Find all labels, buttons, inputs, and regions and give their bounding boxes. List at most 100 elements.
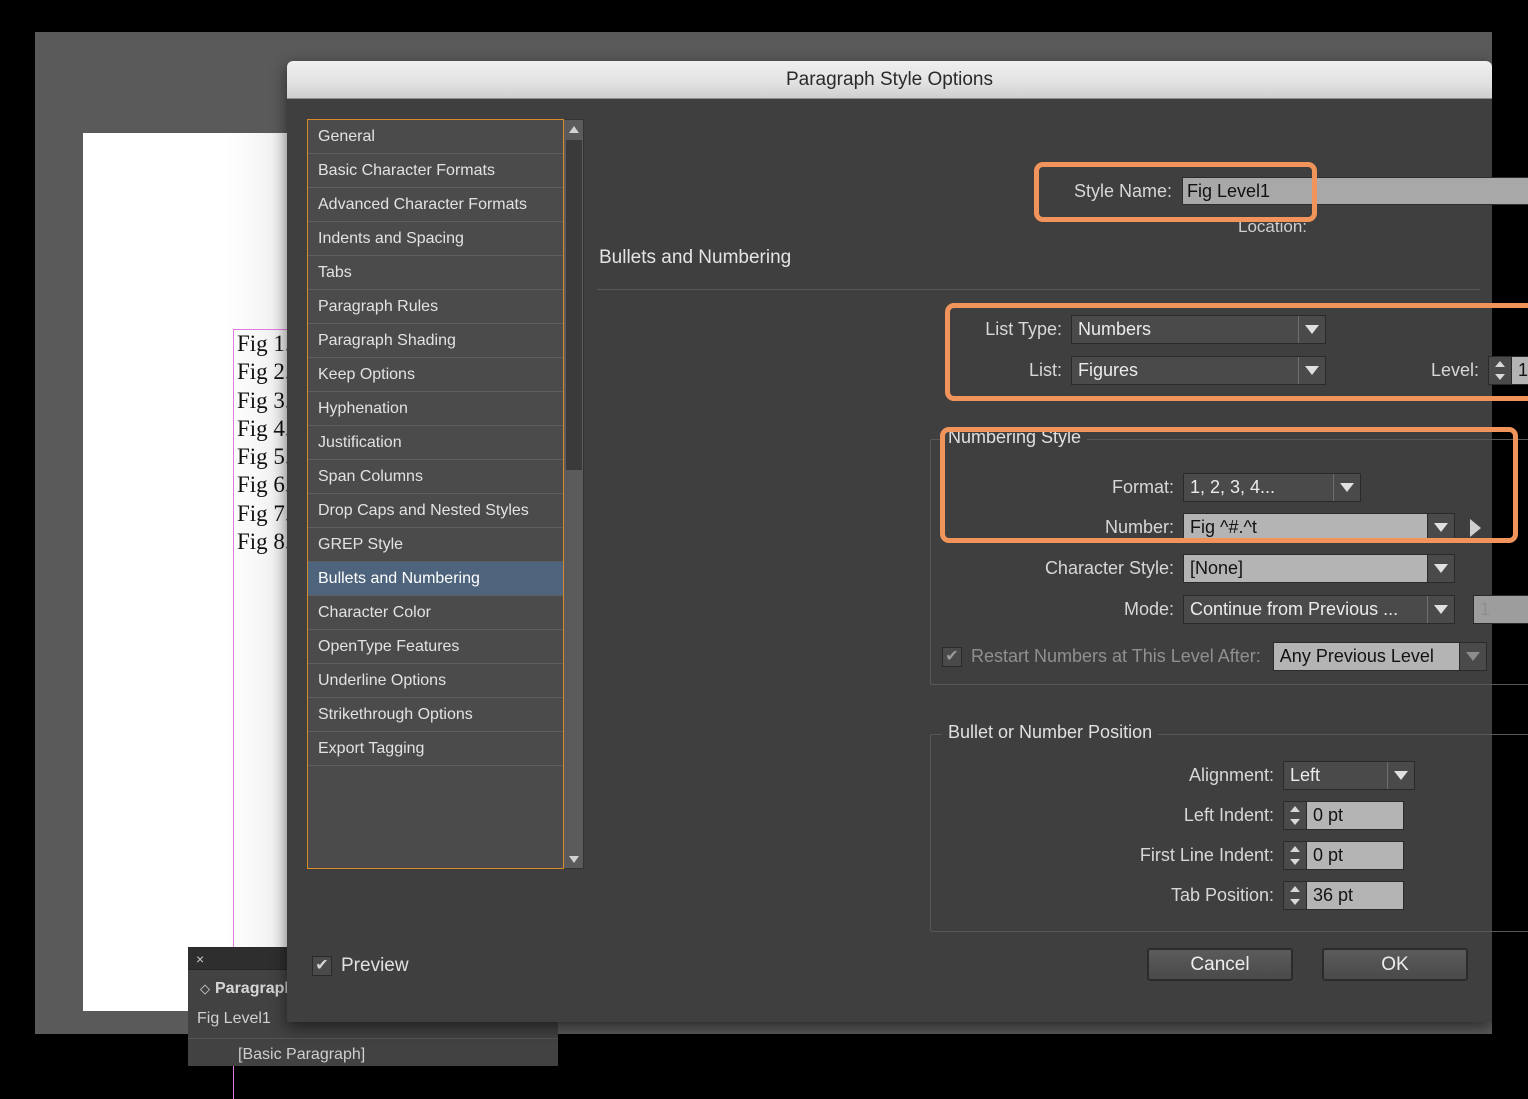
sidebar-item-character-color[interactable]: Character Color bbox=[308, 596, 563, 630]
list-type-group: List Type: Numbers List: Figures Level: … bbox=[957, 315, 1528, 385]
sidebar-item-export-tagging[interactable]: Export Tagging bbox=[308, 732, 563, 766]
sidebar-item-basic-character-formats[interactable]: Basic Character Formats bbox=[308, 154, 563, 188]
chevron-down-icon[interactable] bbox=[1298, 357, 1325, 384]
first-line-indent-input[interactable]: 0 pt bbox=[1306, 841, 1404, 870]
left-indent-input[interactable]: 0 pt bbox=[1306, 801, 1404, 830]
sidebar-item-opentype-features[interactable]: OpenType Features bbox=[308, 630, 563, 664]
bullet-number-position-group: Bullet or Number Position Alignment: Lef… bbox=[930, 722, 1528, 932]
list-type-select[interactable]: Numbers bbox=[1071, 315, 1326, 344]
list-item[interactable]: [Basic Paragraph] bbox=[188, 1038, 558, 1064]
tab-position-stepper[interactable] bbox=[1283, 881, 1306, 910]
sidebar-item-bullets-and-numbering[interactable]: Bullets and Numbering bbox=[308, 562, 563, 596]
level-stepper[interactable] bbox=[1488, 356, 1512, 385]
sidebar-item-indents-and-spacing[interactable]: Indents and Spacing bbox=[308, 222, 563, 256]
position-legend: Bullet or Number Position bbox=[942, 722, 1159, 743]
scroll-up-icon[interactable] bbox=[564, 120, 583, 138]
list-row: List: Figures Level: 1 bbox=[957, 356, 1528, 385]
left-indent-row: Left Indent: 0 pt bbox=[984, 801, 1404, 830]
alignment-select[interactable]: Left bbox=[1283, 761, 1415, 790]
restart-numbers-checkbox[interactable]: ✔ bbox=[942, 646, 962, 667]
sidebar-item-span-columns[interactable]: Span Columns bbox=[308, 460, 563, 494]
insert-special-character-icon[interactable] bbox=[1470, 518, 1481, 537]
format-value: 1, 2, 3, 4... bbox=[1190, 477, 1276, 497]
chevron-down-icon[interactable] bbox=[1458, 643, 1486, 670]
ok-button[interactable]: OK bbox=[1322, 948, 1468, 981]
preview-checkbox[interactable]: ✔ bbox=[312, 956, 332, 976]
preview-label: Preview bbox=[341, 955, 409, 976]
sidebar-item-tabs[interactable]: Tabs bbox=[308, 256, 563, 290]
restart-numbers-label: Restart Numbers at This Level After: bbox=[971, 646, 1261, 666]
sidebar-item-underline-options[interactable]: Underline Options bbox=[308, 664, 563, 698]
sidebar-item-keep-options[interactable]: Keep Options bbox=[308, 358, 563, 392]
divider bbox=[597, 289, 1480, 290]
dialog-title-bar[interactable]: Paragraph Style Options bbox=[287, 61, 1492, 99]
list-select[interactable]: Figures bbox=[1071, 356, 1326, 385]
diamond-icon: ◇ bbox=[200, 981, 210, 996]
scrollbar-thumb[interactable] bbox=[566, 140, 582, 470]
chevron-down-icon[interactable] bbox=[1387, 762, 1414, 789]
character-style-value: [None] bbox=[1190, 558, 1244, 578]
chevron-down-icon[interactable] bbox=[1298, 316, 1325, 343]
number-value: Fig ^#.^t bbox=[1190, 517, 1257, 537]
first-line-indent-row: First Line Indent: 0 pt bbox=[984, 841, 1404, 870]
list-type-row: List Type: Numbers bbox=[957, 315, 1528, 344]
style-name-input[interactable]: Fig Level1 bbox=[1182, 177, 1528, 205]
mode-select[interactable]: Continue from Previous ... bbox=[1183, 595, 1455, 624]
cancel-button[interactable]: Cancel bbox=[1147, 948, 1293, 981]
document-page[interactable]: Fig 1. Fig 2. Fig 3. Fig 4. Fig 5. Fig 6… bbox=[83, 133, 383, 1099]
number-row: Number: Fig ^#.^t bbox=[984, 513, 1481, 542]
level-input[interactable]: 1 bbox=[1511, 356, 1528, 385]
list-label: List: bbox=[1028, 360, 1062, 380]
format-select[interactable]: 1, 2, 3, 4... bbox=[1183, 473, 1361, 502]
chevron-down-icon[interactable] bbox=[1333, 474, 1360, 501]
first-line-indent-stepper[interactable] bbox=[1283, 841, 1306, 870]
tab-position-input[interactable]: 36 pt bbox=[1306, 881, 1404, 910]
paragraph-style-options-dialog: Paragraph Style Options General Basic Ch… bbox=[287, 61, 1528, 1022]
sidebar-item-justification[interactable]: Justification bbox=[308, 426, 563, 460]
style-name-row: Style Name: Fig Level1 bbox=[1047, 177, 1528, 205]
list-type-value: Numbers bbox=[1078, 319, 1152, 339]
restart-numbers-row: ✔ Restart Numbers at This Level After: A… bbox=[942, 642, 1487, 671]
sidebar-item-drop-caps-and-nested-styles[interactable]: Drop Caps and Nested Styles bbox=[308, 494, 563, 528]
first-line-indent-label: First Line Indent: bbox=[1139, 845, 1274, 865]
chevron-down-icon[interactable] bbox=[1427, 514, 1454, 541]
restart-after-select[interactable]: Any Previous Level bbox=[1272, 642, 1487, 671]
sidebar-item-paragraph-shading[interactable]: Paragraph Shading bbox=[308, 324, 563, 358]
list-value: Figures bbox=[1078, 360, 1139, 380]
left-indent-label: Left Indent: bbox=[1183, 805, 1274, 825]
alignment-label: Alignment: bbox=[1188, 765, 1274, 785]
sidebar-item-strikethrough-options[interactable]: Strikethrough Options bbox=[308, 698, 563, 732]
sidebar-item-advanced-character-formats[interactable]: Advanced Character Formats bbox=[308, 188, 563, 222]
mode-label: Mode: bbox=[1123, 599, 1174, 619]
restart-after-value: Any Previous Level bbox=[1279, 646, 1434, 666]
left-indent-stepper[interactable] bbox=[1283, 801, 1306, 830]
mode-value: Continue from Previous ... bbox=[1190, 599, 1399, 619]
sidebar-item-hyphenation[interactable]: Hyphenation bbox=[308, 392, 563, 426]
sidebar-item-paragraph-rules[interactable]: Paragraph Rules bbox=[308, 290, 563, 324]
tab-position-row: Tab Position: 36 pt bbox=[984, 881, 1404, 910]
character-style-label: Character Style: bbox=[1044, 558, 1174, 578]
sidebar-item-general[interactable]: General bbox=[308, 120, 563, 154]
nav-list[interactable]: General Basic Character Formats Advanced… bbox=[307, 119, 564, 869]
chevron-down-icon[interactable] bbox=[1427, 596, 1454, 623]
mode-number-input[interactable]: 1 bbox=[1473, 595, 1528, 624]
style-name-label: Style Name: bbox=[1073, 180, 1172, 201]
chevron-down-icon[interactable] bbox=[1427, 555, 1454, 582]
numbering-style-group: Numbering Style Format: 1, 2, 3, 4... Nu… bbox=[930, 427, 1528, 685]
mode-row: Mode: Continue from Previous ... 1 bbox=[984, 595, 1528, 624]
nav-scrollbar[interactable] bbox=[564, 119, 584, 869]
number-input[interactable]: Fig ^#.^t bbox=[1183, 513, 1455, 542]
dialog-content: Style Name: Fig Level1 Location: Bullets… bbox=[587, 111, 1528, 1022]
nav-empty-area bbox=[308, 766, 563, 868]
preview-row: ✔ Preview bbox=[312, 955, 409, 977]
numbering-style-legend: Numbering Style bbox=[942, 427, 1088, 448]
list-type-label: List Type: bbox=[985, 319, 1062, 339]
tab-position-label: Tab Position: bbox=[1170, 885, 1274, 905]
level-label: Level: bbox=[1431, 360, 1480, 380]
sidebar-item-grep-style[interactable]: GREP Style bbox=[308, 528, 563, 562]
close-icon[interactable]: × bbox=[196, 950, 204, 968]
format-label: Format: bbox=[1111, 477, 1174, 497]
dialog-nav: General Basic Character Formats Advanced… bbox=[307, 119, 587, 869]
scroll-down-icon[interactable] bbox=[564, 850, 583, 868]
character-style-select[interactable]: [None] bbox=[1183, 554, 1455, 583]
